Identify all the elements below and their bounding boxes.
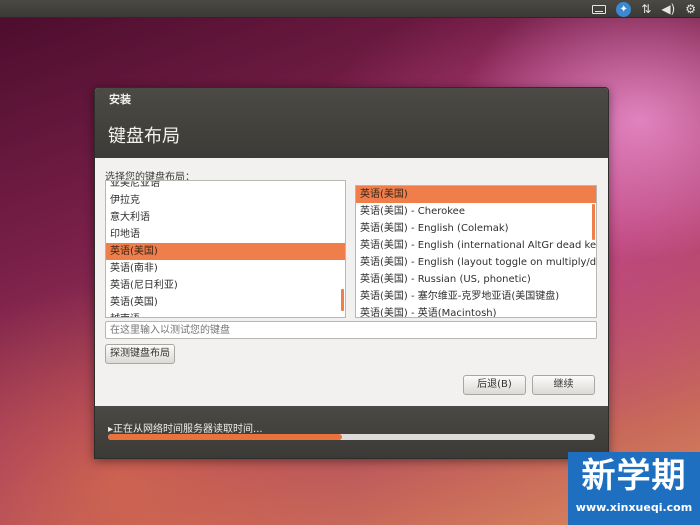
variant-list-item[interactable]: 英语(美国) <box>356 186 596 203</box>
layout-list-item[interactable]: 英语(英国) <box>106 294 345 311</box>
variant-list[interactable]: 英语(美国) 英语(美国) - Cherokee 英语(美国) - English … <box>355 185 597 318</box>
variant-list-item[interactable]: 英语(美国) - English (international AltGr de… <box>356 237 596 254</box>
watermark-url: www.xinxueqi.com <box>575 501 693 514</box>
variant-list-item[interactable]: 英语(美国) - 英语(Macintosh) <box>356 305 596 317</box>
variant-list-item[interactable]: 英语(美国) - 塞尔维亚-克罗地亚语(美国键盘) <box>356 288 596 305</box>
continue-button[interactable]: 继续 <box>532 375 595 395</box>
installer-window: 安装 键盘布局 选择您的键盘布局： 亚美尼亚语 伊拉克 意大利语 印地语 英语(美国) 英… <box>94 87 609 459</box>
variant-list-item[interactable]: 英语(美国) - Russian (US, phonetic) <box>356 271 596 288</box>
layout-list-item[interactable]: 英语(尼日利亚) <box>106 277 345 294</box>
gear-icon[interactable]: ⚙ <box>685 0 696 18</box>
variant-list-item[interactable]: 英语(美国) - English (layout toggle on multi… <box>356 254 596 271</box>
status-text: ▸正在从网络时间服务器读取时间... <box>108 424 263 435</box>
progress-bar <box>108 434 595 440</box>
top-panel: ✦ ⇅ ◀) ⚙ <box>0 0 700 18</box>
layout-list-item[interactable]: 英语(南非) <box>106 260 345 277</box>
keyboard-test-input[interactable] <box>105 321 597 339</box>
layout-list-item[interactable]: 意大利语 <box>106 209 345 226</box>
volume-icon[interactable]: ◀) <box>661 0 675 18</box>
layout-list-item[interactable]: 英语(美国) <box>106 243 345 260</box>
detect-layout-button[interactable]: 探测键盘布局 <box>105 344 175 364</box>
variant-list-scrollbar[interactable] <box>592 204 595 240</box>
page-title: 键盘布局 <box>108 126 180 147</box>
layout-list-item[interactable]: 印地语 <box>106 226 345 243</box>
progress-fill <box>108 434 342 440</box>
keyboard-icon[interactable] <box>592 4 607 14</box>
layout-list-scrollbar[interactable] <box>341 289 344 311</box>
variant-list-item[interactable]: 英语(美国) - English (Colemak) <box>356 220 596 237</box>
window-title: 安装 <box>109 93 131 106</box>
watermark-text: 新学期 <box>581 456 687 496</box>
layout-list-item[interactable]: 越南语 <box>106 311 345 317</box>
layout-list-item[interactable]: 伊拉克 <box>106 192 345 209</box>
system-tray: ✦ ⇅ ◀) ⚙ <box>592 0 696 18</box>
watermark-logo: 新学期 www.xinxueqi.com <box>568 452 700 525</box>
layout-list-item[interactable]: 亚美尼亚语 <box>106 181 345 192</box>
network-icon[interactable]: ⇅ <box>641 0 651 18</box>
status-bar: ▸正在从网络时间服务器读取时间... <box>95 406 608 458</box>
accessibility-icon[interactable]: ✦ <box>616 1 632 17</box>
back-button[interactable]: 后退(B) <box>463 375 526 395</box>
variant-list-item[interactable]: 英语(美国) - Cherokee <box>356 203 596 220</box>
window-header: 安装 键盘布局 <box>95 88 608 158</box>
layout-list[interactable]: 亚美尼亚语 伊拉克 意大利语 印地语 英语(美国) 英语(南非) 英语(尼日利亚) 英语(英国… <box>105 180 346 318</box>
